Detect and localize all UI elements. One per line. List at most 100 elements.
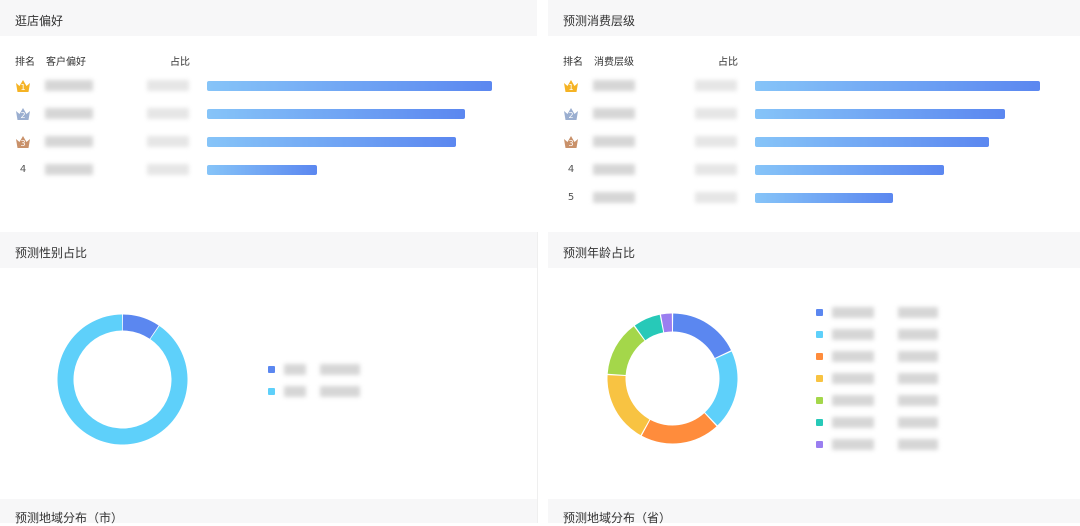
redacted-name [45,80,93,91]
panel-header: 逛店偏好 [0,0,537,36]
redacted-legend-value [898,351,938,362]
donut-slice [705,351,738,426]
column-header-rank: 排名 [15,57,35,68]
ranking-row: 2 [0,107,537,121]
ranking-row: 2 [548,107,1080,121]
panel-title: 预测地域分布（省） [563,511,672,525]
ranking-row: 5 [548,191,1080,205]
ratio-bar [755,165,944,175]
redacted-name [45,108,93,119]
redacted-name [45,164,93,175]
ranking-row: 1 [548,79,1080,93]
panel-header: 预测年龄占比 [548,232,1080,268]
donut-slice [607,375,650,436]
column-header-level: 消费层级 [594,57,634,68]
panel-title: 预测地域分布（市） [15,511,124,525]
rank-number: 1 [20,83,26,92]
ratio-bar [207,137,456,147]
redacted-legend-value [320,386,360,397]
spend-level-panel: 预测消费层级 排名 消费层级 占比 1 2 3 4 5 [548,0,1080,232]
legend-swatch [816,309,823,316]
redacted-legend-label [832,373,874,384]
panel-header: 预测消费层级 [548,0,1080,36]
ranking-row: 3 [0,135,537,149]
redacted-ratio [695,164,737,175]
redacted-name [45,136,93,147]
redacted-ratio [695,108,737,119]
rank-number: 2 [568,111,574,120]
rank-number: 4 [567,164,575,175]
redacted-legend-value [898,373,938,384]
legend-swatch [816,419,823,426]
gender-panel: 预测性别占比 [0,232,537,499]
redacted-legend-label [832,351,874,362]
ranking-row: 1 [0,79,537,93]
redacted-ratio [147,164,189,175]
redacted-ratio [695,80,737,91]
rank-number: 3 [568,139,574,148]
panel-header: 预测性别占比 [0,232,537,268]
column-header-preference: 客户偏好 [46,57,86,68]
redacted-name [593,164,635,175]
panel-title: 预测性别占比 [15,246,88,260]
redacted-name [593,136,635,147]
rank-number: 4 [19,164,27,175]
redacted-legend-label [284,386,306,397]
ratio-bar [755,109,1005,119]
redacted-legend-value [898,439,938,450]
rank-number: 3 [20,139,26,148]
ratio-bar [207,81,492,91]
ratio-bar [755,81,1040,91]
redacted-legend-value [898,395,938,406]
rank-number: 5 [567,192,575,203]
redacted-name [593,80,635,91]
donut-slice [660,313,673,333]
panel-header: 预测地域分布（省） [548,499,1080,525]
gender-donut-chart [57,314,188,445]
column-header-ratio: 占比 [170,57,190,68]
panel-title: 逛店偏好 [15,14,64,28]
column-header-ratio: 占比 [718,57,738,68]
redacted-legend-value [898,329,938,340]
legend-swatch [816,397,823,404]
store-preference-panel: 逛店偏好 排名 客户偏好 占比 1 2 3 4 [0,0,537,232]
legend-swatch [816,331,823,338]
redacted-legend-value [898,307,938,318]
redacted-legend-value [898,417,938,428]
donut-slice [672,313,732,359]
ratio-bar [755,137,989,147]
redacted-ratio [695,192,737,203]
redacted-legend-label [832,417,874,428]
redacted-legend-label [284,364,306,375]
ranking-row: 3 [548,135,1080,149]
ratio-bar [755,193,893,203]
redacted-ratio [695,136,737,147]
rank-number: 2 [20,111,26,120]
panel-divider [537,232,538,523]
legend-swatch [268,388,275,395]
panel-header: 预测地域分布（市） [0,499,537,525]
redacted-legend-label [832,439,874,450]
column-header-rank: 排名 [563,57,583,68]
redacted-legend-value [320,364,360,375]
legend-swatch [816,441,823,448]
redacted-ratio [147,136,189,147]
legend-swatch [816,353,823,360]
redacted-name [593,192,635,203]
rank-number: 1 [568,83,574,92]
donut-slice [607,326,645,376]
ranking-row: 4 [0,163,537,177]
age-panel: 预测年龄占比 [548,232,1080,499]
legend-swatch [816,375,823,382]
age-donut-chart [607,313,738,444]
ratio-bar [207,109,465,119]
redacted-name [593,108,635,119]
region-province-panel: 预测地域分布（省） [548,499,1080,525]
panel-title: 预测消费层级 [563,14,636,28]
region-city-panel: 预测地域分布（市） [0,499,537,525]
redacted-legend-label [832,307,874,318]
redacted-ratio [147,80,189,91]
panel-title: 预测年龄占比 [563,246,636,260]
redacted-legend-label [832,329,874,340]
donut-slice [641,413,717,444]
